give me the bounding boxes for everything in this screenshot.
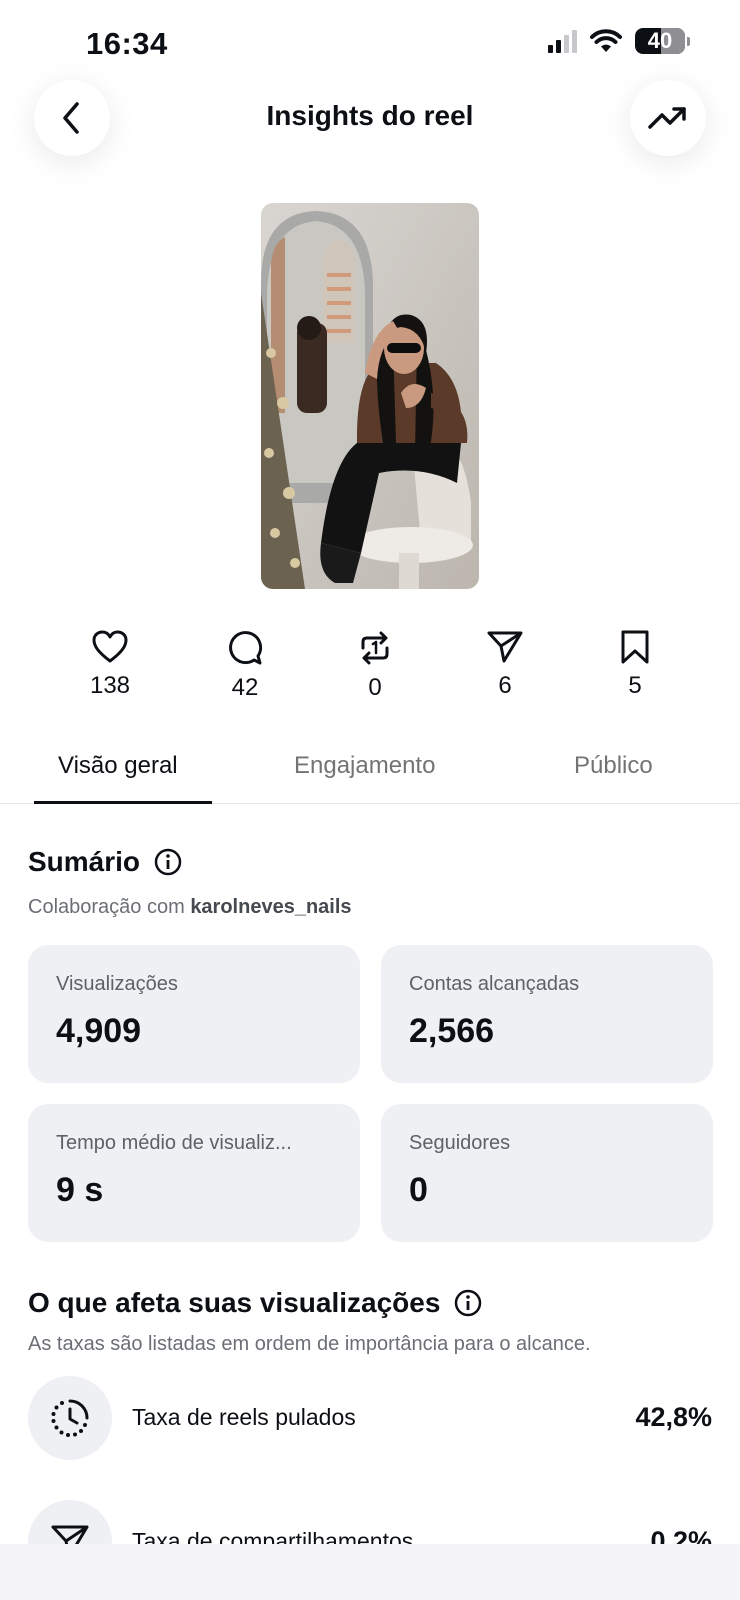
info-icon[interactable] (154, 848, 182, 876)
comments-count: 42 (231, 674, 259, 701)
factor-value: 42,8% (635, 1402, 712, 1432)
trend-button[interactable] (630, 80, 706, 156)
factors-title: O que afeta suas visualizações (28, 1287, 441, 1318)
bookmark-icon (621, 630, 649, 664)
comment-icon (229, 631, 263, 665)
status-icons: 40 (548, 28, 690, 54)
tab-visao-geral[interactable]: Visão geral (58, 752, 178, 780)
reposts-stat: 0 (325, 630, 425, 702)
repost-icon (361, 631, 389, 665)
clock-dotted-icon (51, 1399, 89, 1437)
comments-stat: 42 (195, 630, 295, 702)
trending-up-icon (648, 107, 686, 129)
insights-tabs: Visão geral Engajamento Público (0, 740, 740, 804)
info-icon[interactable] (454, 1289, 482, 1317)
battery-icon: 40 (635, 28, 690, 54)
wifi-icon (590, 29, 622, 52)
likes-count: 138 (89, 672, 131, 699)
metric-value: 2,566 (409, 1012, 495, 1050)
heart-icon (92, 630, 128, 663)
summary-title: Sumário (28, 846, 141, 877)
metric-value: 0 (409, 1171, 428, 1209)
factors-subtitle: As taxas são listadas em ordem de import… (28, 1333, 591, 1355)
metric-label: Contas alcançadas (409, 973, 580, 995)
battery-level: 40 (647, 28, 673, 53)
reposts-count: 0 (368, 674, 382, 701)
metric-label: Visualizações (56, 973, 178, 995)
status-time: 16:34 (86, 26, 168, 61)
tab-publico[interactable]: Público (574, 752, 653, 780)
signal-icon (548, 29, 577, 53)
saves-stat: 5 (585, 630, 685, 700)
factor-icon-wrap (28, 1376, 112, 1460)
metric-value: 9 s (56, 1171, 104, 1209)
reel-stats: 138 42 0 6 5 (0, 630, 740, 710)
factors-header: O que afeta suas visualizações (28, 1287, 482, 1319)
factor-label: Taxa de reels pulados (132, 1404, 356, 1430)
status-bar: 16:34 40 (0, 0, 740, 80)
saves-count: 5 (628, 672, 642, 699)
metric-label: Seguidores (409, 1132, 511, 1154)
shares-count: 6 (498, 672, 512, 699)
reel-image (261, 203, 479, 589)
likes-stat: 138 (60, 630, 160, 700)
header: Insights do reel (0, 80, 740, 160)
active-tab-indicator (34, 801, 212, 804)
share-icon (487, 631, 523, 663)
collab-prefix: Colaboração com (28, 896, 185, 918)
metric-card-followers[interactable]: Seguidores 0 (381, 1104, 713, 1242)
collab-username[interactable]: karolneves_nails (190, 896, 351, 918)
tab-engajamento[interactable]: Engajamento (294, 752, 435, 780)
reel-thumbnail[interactable] (261, 203, 479, 589)
bottom-safe-area (0, 1544, 740, 1600)
metric-value: 4,909 (56, 1012, 142, 1050)
factor-row[interactable]: Taxa de reels pulados 42,8% (28, 1376, 712, 1460)
metric-label: Tempo médio de visualiz... (56, 1132, 292, 1154)
metric-card-avg-watch-time[interactable]: Tempo médio de visualiz... 9 s (28, 1104, 360, 1242)
metric-card-accounts-reached[interactable]: Contas alcançadas 2,566 (381, 945, 713, 1083)
shares-stat: 6 (455, 630, 555, 700)
collab-line: Colaboração com karolneves_nails (28, 896, 352, 919)
summary-header: Sumário (28, 846, 182, 878)
metric-card-views[interactable]: Visualizações 4,909 (28, 945, 360, 1083)
page-title: Insights do reel (266, 100, 474, 131)
